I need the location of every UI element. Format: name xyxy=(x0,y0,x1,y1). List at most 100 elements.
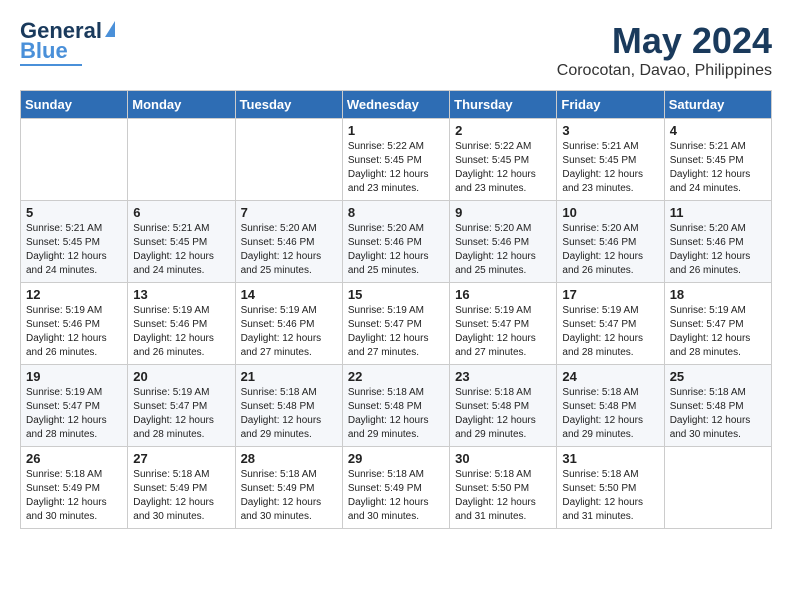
day-number: 4 xyxy=(670,123,766,138)
logo: General Blue xyxy=(20,20,115,66)
calendar-empty-cell xyxy=(128,119,235,201)
calendar-day-12: 12 Sunrise: 5:19 AM Sunset: 5:46 PM Dayli… xyxy=(21,283,128,365)
calendar-header-tuesday: Tuesday xyxy=(235,91,342,119)
calendar-day-23: 23Sunrise: 5:18 AM Sunset: 5:48 PM Dayli… xyxy=(450,365,557,447)
day-number: 10 xyxy=(562,205,658,220)
calendar-day-13: 13Sunrise: 5:19 AM Sunset: 5:46 PM Dayli… xyxy=(128,283,235,365)
day-info: Sunrise: 5:19 AM Sunset: 5:47 PM Dayligh… xyxy=(133,386,229,442)
calendar-day-26: 26 Sunrise: 5:18 AM Sunset: 5:49 PM Dayli… xyxy=(21,447,128,529)
calendar-header-wednesday: Wednesday xyxy=(342,91,449,119)
calendar-day-24: 24 Sunrise: 5:18 AM Sunset: 5:48 PM Dayli… xyxy=(557,365,664,447)
calendar-day-25: 25Sunrise: 5:18 AM Sunset: 5:48 PM Dayli… xyxy=(664,365,771,447)
calendar-day-16: 16 Sunrise: 5:19 AM Sunset: 5:47 PM Dayli… xyxy=(450,283,557,365)
page-header: General Blue May 2024 Corocotan, Davao, … xyxy=(20,20,772,80)
logo-blue-text: Blue xyxy=(20,40,68,62)
logo-triangle-icon xyxy=(105,21,115,37)
day-number: 18 xyxy=(670,287,766,302)
calendar-week-row: 1 Sunrise: 5:22 AM Sunset: 5:45 PM Daylig… xyxy=(21,119,772,201)
day-number: 1 xyxy=(348,123,444,138)
day-info: Sunrise: 5:18 AM Sunset: 5:49 PM Dayligh… xyxy=(26,468,122,524)
calendar-day-4: 4Sunrise: 5:21 AM Sunset: 5:45 PM Daylig… xyxy=(664,119,771,201)
day-info: Sunrise: 5:19 AM Sunset: 5:47 PM Dayligh… xyxy=(26,386,122,442)
day-info: Sunrise: 5:18 AM Sunset: 5:48 PM Dayligh… xyxy=(562,386,658,442)
calendar-day-30: 30 Sunrise: 5:18 AM Sunset: 5:50 PM Dayli… xyxy=(450,447,557,529)
day-number: 12 xyxy=(26,287,122,302)
day-number: 31 xyxy=(562,451,658,466)
day-info: Sunrise: 5:18 AM Sunset: 5:50 PM Dayligh… xyxy=(455,468,551,524)
calendar-empty-cell xyxy=(664,447,771,529)
day-info: Sunrise: 5:19 AM Sunset: 5:47 PM Dayligh… xyxy=(455,304,551,360)
calendar-day-3: 3Sunrise: 5:21 AM Sunset: 5:45 PM Daylig… xyxy=(557,119,664,201)
calendar-day-9: 9Sunrise: 5:20 AM Sunset: 5:46 PM Daylig… xyxy=(450,201,557,283)
calendar-day-8: 8Sunrise: 5:20 AM Sunset: 5:46 PM Daylig… xyxy=(342,201,449,283)
day-info: Sunrise: 5:18 AM Sunset: 5:49 PM Dayligh… xyxy=(348,468,444,524)
calendar-day-5: 5 Sunrise: 5:21 AM Sunset: 5:45 PM Daylig… xyxy=(21,201,128,283)
day-info: Sunrise: 5:19 AM Sunset: 5:46 PM Dayligh… xyxy=(241,304,337,360)
calendar-header-row: SundayMondayTuesdayWednesdayThursdayFrid… xyxy=(21,91,772,119)
calendar-day-1: 1 Sunrise: 5:22 AM Sunset: 5:45 PM Daylig… xyxy=(342,119,449,201)
day-info: Sunrise: 5:19 AM Sunset: 5:46 PM Dayligh… xyxy=(26,304,122,360)
day-info: Sunrise: 5:18 AM Sunset: 5:49 PM Dayligh… xyxy=(241,468,337,524)
day-number: 25 xyxy=(670,369,766,384)
day-info: Sunrise: 5:18 AM Sunset: 5:50 PM Dayligh… xyxy=(562,468,658,524)
calendar-day-20: 20 Sunrise: 5:19 AM Sunset: 5:47 PM Dayli… xyxy=(128,365,235,447)
calendar-header-sunday: Sunday xyxy=(21,91,128,119)
calendar-header-friday: Friday xyxy=(557,91,664,119)
day-number: 19 xyxy=(26,369,122,384)
calendar-day-2: 2 Sunrise: 5:22 AM Sunset: 5:45 PM Daylig… xyxy=(450,119,557,201)
calendar-day-15: 15 Sunrise: 5:19 AM Sunset: 5:47 PM Dayli… xyxy=(342,283,449,365)
day-number: 26 xyxy=(26,451,122,466)
calendar-empty-cell xyxy=(21,119,128,201)
calendar-week-row: 19 Sunrise: 5:19 AM Sunset: 5:47 PM Dayli… xyxy=(21,365,772,447)
day-info: Sunrise: 5:18 AM Sunset: 5:48 PM Dayligh… xyxy=(241,386,337,442)
page-title: May 2024 xyxy=(557,20,772,62)
calendar-day-18: 18 Sunrise: 5:19 AM Sunset: 5:47 PM Dayli… xyxy=(664,283,771,365)
day-info: Sunrise: 5:18 AM Sunset: 5:48 PM Dayligh… xyxy=(455,386,551,442)
day-number: 30 xyxy=(455,451,551,466)
calendar-day-28: 28Sunrise: 5:18 AM Sunset: 5:49 PM Dayli… xyxy=(235,447,342,529)
day-info: Sunrise: 5:22 AM Sunset: 5:45 PM Dayligh… xyxy=(348,140,444,196)
day-number: 11 xyxy=(670,205,766,220)
logo-underline xyxy=(20,64,82,66)
calendar-table: SundayMondayTuesdayWednesdayThursdayFrid… xyxy=(20,90,772,529)
day-number: 15 xyxy=(348,287,444,302)
day-number: 6 xyxy=(133,205,229,220)
day-info: Sunrise: 5:18 AM Sunset: 5:49 PM Dayligh… xyxy=(133,468,229,524)
day-info: Sunrise: 5:18 AM Sunset: 5:48 PM Dayligh… xyxy=(348,386,444,442)
calendar-header-thursday: Thursday xyxy=(450,91,557,119)
day-info: Sunrise: 5:20 AM Sunset: 5:46 PM Dayligh… xyxy=(348,222,444,278)
day-number: 29 xyxy=(348,451,444,466)
day-number: 7 xyxy=(241,205,337,220)
day-info: Sunrise: 5:20 AM Sunset: 5:46 PM Dayligh… xyxy=(670,222,766,278)
day-number: 24 xyxy=(562,369,658,384)
day-number: 16 xyxy=(455,287,551,302)
calendar-day-29: 29 Sunrise: 5:18 AM Sunset: 5:49 PM Dayli… xyxy=(342,447,449,529)
calendar-day-14: 14Sunrise: 5:19 AM Sunset: 5:46 PM Dayli… xyxy=(235,283,342,365)
day-info: Sunrise: 5:21 AM Sunset: 5:45 PM Dayligh… xyxy=(562,140,658,196)
calendar-day-27: 27Sunrise: 5:18 AM Sunset: 5:49 PM Dayli… xyxy=(128,447,235,529)
calendar-empty-cell xyxy=(235,119,342,201)
day-number: 22 xyxy=(348,369,444,384)
calendar-day-7: 7 Sunrise: 5:20 AM Sunset: 5:46 PM Daylig… xyxy=(235,201,342,283)
calendar-day-31: 31 Sunrise: 5:18 AM Sunset: 5:50 PM Dayli… xyxy=(557,447,664,529)
day-number: 5 xyxy=(26,205,122,220)
day-number: 20 xyxy=(133,369,229,384)
day-info: Sunrise: 5:19 AM Sunset: 5:46 PM Dayligh… xyxy=(133,304,229,360)
day-number: 21 xyxy=(241,369,337,384)
day-info: Sunrise: 5:19 AM Sunset: 5:47 PM Dayligh… xyxy=(348,304,444,360)
day-info: Sunrise: 5:20 AM Sunset: 5:46 PM Dayligh… xyxy=(241,222,337,278)
day-info: Sunrise: 5:21 AM Sunset: 5:45 PM Dayligh… xyxy=(26,222,122,278)
day-info: Sunrise: 5:19 AM Sunset: 5:47 PM Dayligh… xyxy=(670,304,766,360)
day-info: Sunrise: 5:20 AM Sunset: 5:46 PM Dayligh… xyxy=(562,222,658,278)
calendar-day-10: 10 Sunrise: 5:20 AM Sunset: 5:46 PM Dayli… xyxy=(557,201,664,283)
calendar-day-19: 19 Sunrise: 5:19 AM Sunset: 5:47 PM Dayli… xyxy=(21,365,128,447)
day-info: Sunrise: 5:22 AM Sunset: 5:45 PM Dayligh… xyxy=(455,140,551,196)
calendar-week-row: 26 Sunrise: 5:18 AM Sunset: 5:49 PM Dayli… xyxy=(21,447,772,529)
calendar-header-saturday: Saturday xyxy=(664,91,771,119)
calendar-day-21: 21 Sunrise: 5:18 AM Sunset: 5:48 PM Dayli… xyxy=(235,365,342,447)
day-number: 9 xyxy=(455,205,551,220)
day-info: Sunrise: 5:19 AM Sunset: 5:47 PM Dayligh… xyxy=(562,304,658,360)
day-number: 2 xyxy=(455,123,551,138)
day-number: 17 xyxy=(562,287,658,302)
calendar-week-row: 5 Sunrise: 5:21 AM Sunset: 5:45 PM Daylig… xyxy=(21,201,772,283)
